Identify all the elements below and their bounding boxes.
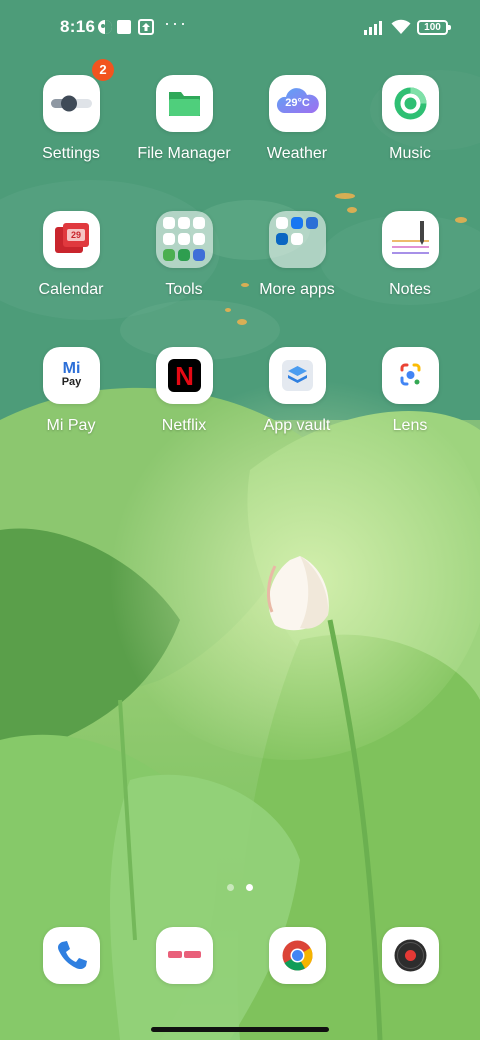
app-label: Notes [389,281,431,298]
netflix-icon: N [156,347,213,404]
app-notes[interactable]: Notes [354,211,466,321]
app-file-manager[interactable]: File Manager [128,75,240,185]
settings-icon [43,75,100,132]
app-music[interactable]: Music [354,75,466,185]
page-dot[interactable] [227,884,234,891]
folder-more-apps[interactable]: More apps [241,211,353,321]
battery-icon: 100 [417,20,451,35]
page-indicator [0,878,480,896]
dock-chrome[interactable] [269,927,326,984]
notes-pen-icon [382,211,439,268]
wifi-icon [391,18,411,40]
more-notifications-icon: ··· [164,13,188,33]
calendar-day: 29 [70,230,81,240]
app-label: Music [389,145,431,162]
mi-pay-logo-bottom: Pay [61,376,82,388]
app-settings[interactable]: 2 Settings [15,59,127,185]
app-app-vault[interactable]: App vault [241,347,353,457]
signal-icon [364,19,386,40]
google-lens-icon [382,347,439,404]
more-apps-folder-icon [269,211,326,268]
app-vault-icon [269,347,326,404]
folder-icon [156,75,213,132]
upload-icon [138,19,154,40]
notification-badge: 2 [92,59,114,81]
folder-tools[interactable]: Tools [128,211,240,321]
dock-recorder[interactable] [382,927,439,984]
status-time: 8:16 [60,17,96,36]
music-disc-icon [382,75,439,132]
page-dot-active[interactable] [246,884,253,891]
dock-phone[interactable] [43,927,100,984]
app-netflix[interactable]: N Netflix [128,347,240,457]
status-bar: 8:16 ··· 100 [0,0,480,56]
weather-cloud-icon: 29°C [269,75,326,132]
dock-messages[interactable] [156,927,213,984]
app-mi-pay[interactable]: Mi Pay Mi Pay [15,347,127,457]
mi-pay-icon: Mi Pay [43,347,100,404]
calendar-icon: 29 [43,211,100,268]
netflix-logo: N [175,361,194,391]
app-calendar[interactable]: 29 Calendar [15,211,127,321]
app-label: Lens [392,417,428,434]
app-weather[interactable]: 29°C Weather [241,75,353,185]
app-lens[interactable]: Lens [354,347,466,457]
home-gesture-bar[interactable] [151,1027,329,1032]
square-notification-icon [116,19,132,40]
weather-temp: 29°C [285,97,310,109]
vpn-icon [97,19,113,40]
tools-folder-icon [156,211,213,268]
